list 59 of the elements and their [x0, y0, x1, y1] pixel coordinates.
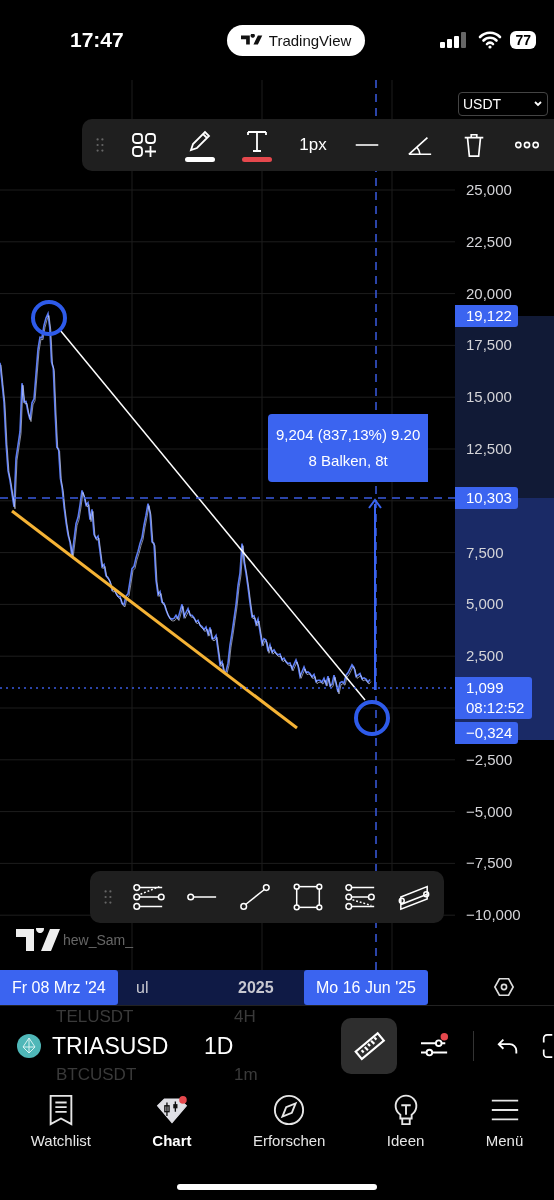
measurement-label: 9,204 (837,13%) 9.20 8 Balken, 8t: [268, 414, 429, 482]
compass-icon: [273, 1094, 306, 1126]
tab-bar-item[interactable]: Ideen: [382, 1094, 429, 1174]
price-tag: 19,122: [455, 305, 518, 327]
settings-icon[interactable]: [493, 976, 515, 998]
fib-retracement-icon[interactable]: [133, 883, 165, 911]
line-width-button[interactable]: 1px: [299, 135, 327, 155]
price-axis-label: −10,000: [466, 905, 521, 926]
fullscreen-icon[interactable]: [542, 1031, 554, 1061]
wifi-icon: [478, 31, 503, 49]
symbol-selector[interactable]: TRIASUSD: [52, 1032, 204, 1060]
rectangle-icon[interactable]: [292, 883, 324, 911]
coin-icon: [16, 1033, 42, 1059]
ruler-button[interactable]: [341, 1018, 397, 1074]
time-tag: Mo 16 Jun '25: [304, 970, 428, 1005]
line-color-button[interactable]: [184, 128, 215, 162]
time-axis-label: 2025: [238, 978, 274, 998]
status-time: 17:47: [70, 28, 124, 52]
chart-diamond-icon: [155, 1094, 188, 1126]
tab-bar-item[interactable]: Chart: [148, 1094, 196, 1174]
app-pill: TradingView: [226, 24, 366, 56]
time-axis-label: ul: [136, 978, 149, 998]
price-axis-label: 22,500: [466, 231, 512, 252]
price-axis-label: 15,000: [466, 387, 512, 408]
text-color-button[interactable]: [241, 128, 272, 162]
drag-handle-icon[interactable]: [104, 888, 112, 906]
parallel-channel-icon[interactable]: [398, 883, 430, 911]
price-axis-label: 12,500: [466, 439, 512, 459]
ruler-icon: [352, 1029, 386, 1063]
price-tag: −0,324: [455, 722, 519, 744]
chevron-down-icon: [533, 100, 543, 108]
trend-line-icon[interactable]: [239, 883, 271, 911]
price-axis-label: −7,500: [466, 853, 513, 874]
support-line[interactable]: [11, 509, 298, 730]
price-axis-label: 2,500: [466, 646, 504, 667]
add-template-icon[interactable]: [131, 132, 158, 158]
anchor-handle[interactable]: [354, 700, 390, 736]
interval-selector[interactable]: 1D: [204, 1032, 234, 1060]
drag-handle-icon[interactable]: [96, 136, 104, 154]
price-tag: 10,303: [455, 487, 518, 509]
watermark-author: hew_Sam_: [63, 932, 134, 948]
tradingview-logo-icon: [240, 34, 263, 46]
anchor-handle[interactable]: [31, 300, 67, 336]
price-axis-label: 17,500: [466, 335, 512, 356]
currency-dropdown[interactable]: USDT: [458, 92, 548, 116]
tab-bar-item[interactable]: Menü: [481, 1094, 528, 1174]
tab-bar-item[interactable]: Erforschen: [248, 1094, 330, 1174]
price-tag: 1,099 08:12:52: [455, 677, 533, 719]
price-axis-label: −2,500: [466, 749, 513, 770]
time-tag: Fr 08 Mrz '24: [0, 970, 118, 1005]
tradingview-logo-icon: [16, 928, 60, 952]
price-axis-label: −5,000: [466, 801, 513, 822]
battery-indicator: 77: [510, 31, 536, 49]
price-axis-label: 5,000: [466, 594, 504, 615]
price-axis-label: 7,500: [466, 542, 504, 563]
tab-bar-item[interactable]: Watchlist: [26, 1094, 95, 1174]
price-axis-label: 25,000: [466, 180, 512, 200]
fib-extension-icon[interactable]: [345, 883, 377, 911]
price-axis-label: 20,000: [466, 283, 512, 304]
